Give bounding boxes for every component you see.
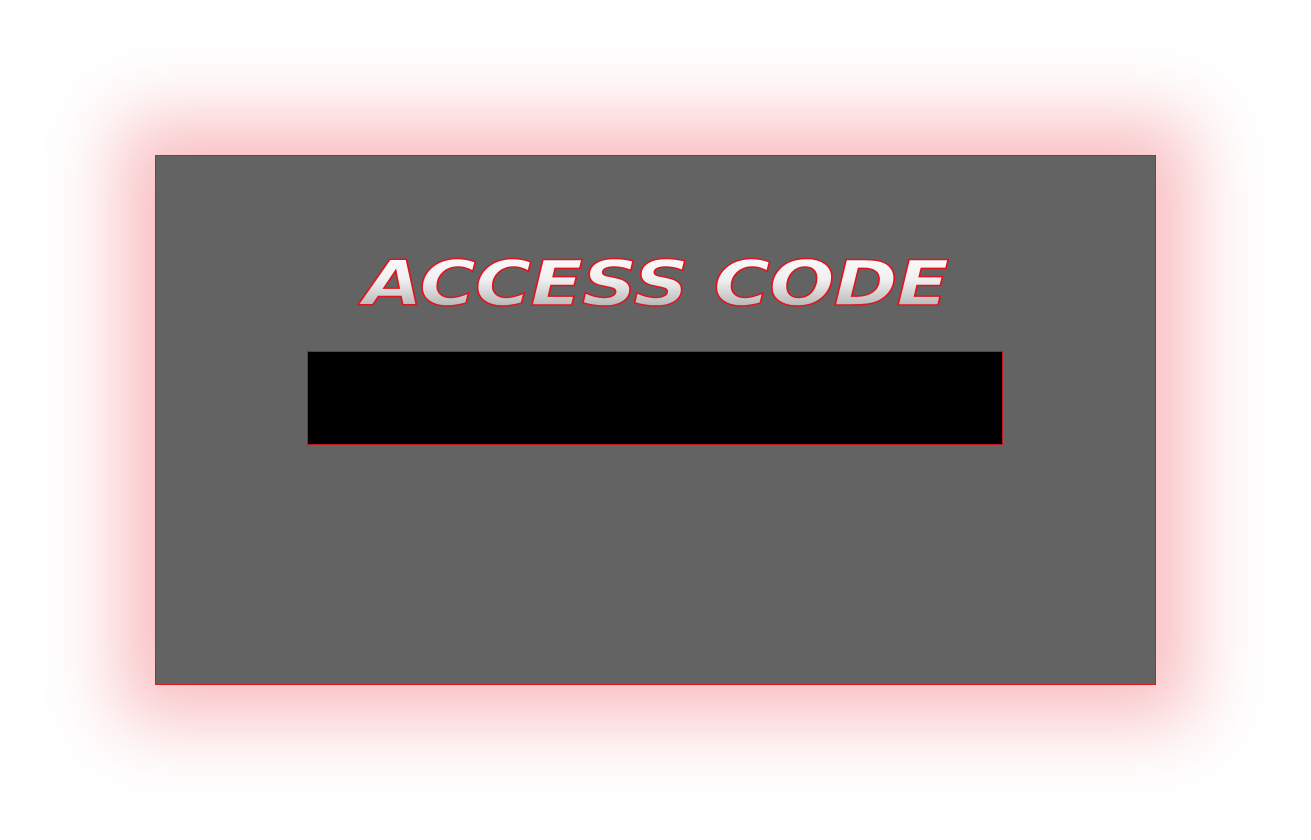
title-container: ACCESS CODE (156, 252, 1155, 314)
access-code-panel: ACCESS CODE (155, 155, 1156, 685)
app-stage: ACCESS CODE (0, 0, 1311, 840)
page-title: ACCESS CODE (357, 252, 949, 314)
title-graphic: ACCESS CODE (356, 252, 950, 314)
access-code-input[interactable] (307, 351, 1003, 445)
